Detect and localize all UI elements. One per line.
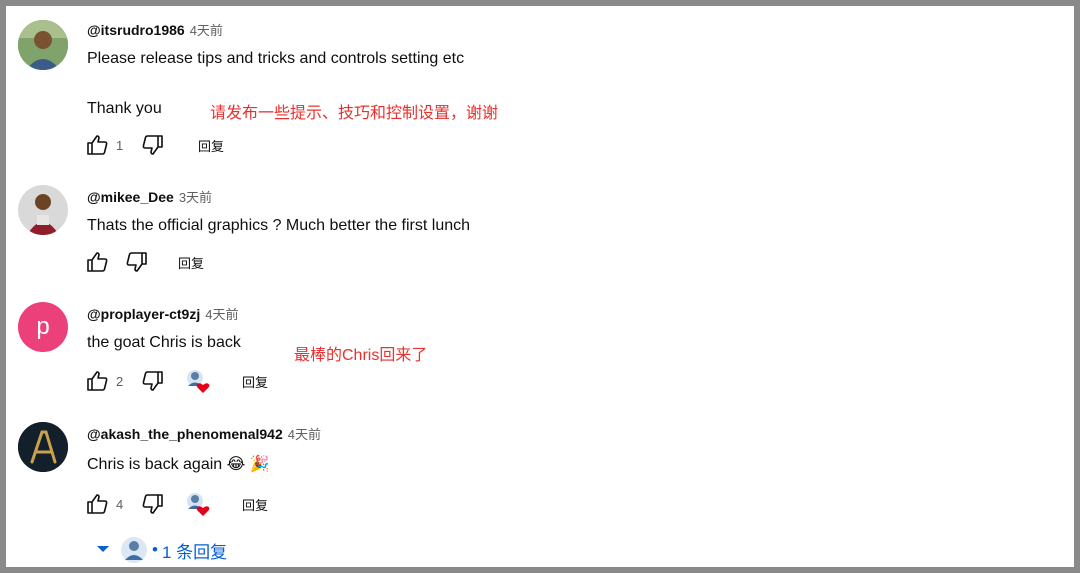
- comment-timestamp[interactable]: 4天前: [288, 427, 321, 442]
- chevron-down-icon: [96, 541, 112, 559]
- comment-actions: 1 回复: [84, 132, 224, 158]
- comment-header: @mikee_Dee 3天前: [87, 187, 212, 207]
- reply-button[interactable]: 回复: [198, 136, 224, 155]
- like-count: 4: [116, 496, 124, 512]
- avatar-letter: p: [36, 313, 50, 340]
- like-count: 1: [116, 137, 124, 153]
- like-count: 2: [116, 373, 124, 389]
- reply-button[interactable]: 回复: [178, 253, 204, 272]
- creator-heart-icon: [184, 368, 210, 394]
- comment-text: Chris is back again 😂 🎉: [87, 456, 270, 473]
- avatar[interactable]: [18, 185, 68, 235]
- avatar-photo: [18, 20, 68, 70]
- replies-count-label[interactable]: 1 条回复: [162, 538, 227, 563]
- thumbs-down-icon[interactable]: [140, 491, 166, 517]
- thumbs-up-icon[interactable]: [84, 132, 110, 158]
- comment-header: @proplayer-ct9zj 4天前: [87, 304, 238, 324]
- comment-header: @akash_the_phenomenal942 4天前: [87, 424, 321, 444]
- thumbs-down-icon[interactable]: [140, 132, 166, 158]
- comment-author[interactable]: @proplayer-ct9zj: [87, 306, 200, 322]
- comment-text: Please release tips and tricks and contr…: [87, 50, 465, 67]
- comment-text-line2: Thank you: [87, 100, 162, 117]
- comment-author[interactable]: @itsrudro1986: [87, 22, 185, 38]
- thumbs-up-icon[interactable]: [84, 368, 110, 394]
- comments-panel: @itsrudro1986 4天前 Please release tips and…: [0, 0, 1080, 573]
- creator-heart-icon: [184, 491, 210, 517]
- comment-text: the goat Chris is back: [87, 334, 241, 351]
- avatar[interactable]: p: [18, 302, 68, 352]
- reply-button[interactable]: 回复: [242, 372, 268, 391]
- comment-header: @itsrudro1986 4天前: [87, 20, 223, 40]
- avatar[interactable]: [18, 422, 68, 472]
- reply-avatar: [120, 536, 148, 564]
- avatar-photo: [18, 185, 68, 235]
- comment-actions: 4 回复: [84, 491, 268, 517]
- translation-annotation: 请发布一些提示、技巧和控制设置，谢谢: [210, 105, 499, 122]
- comment-timestamp[interactable]: 4天前: [205, 307, 238, 322]
- view-replies-button[interactable]: • 1 条回复: [96, 536, 227, 564]
- avatar-photo: [18, 422, 68, 472]
- comment-timestamp[interactable]: 3天前: [179, 190, 212, 205]
- thumbs-down-icon[interactable]: [140, 368, 166, 394]
- thumbs-up-icon[interactable]: [84, 491, 110, 517]
- comment-text: Thats the official graphics ? Much bette…: [87, 217, 471, 234]
- comment-author[interactable]: @akash_the_phenomenal942: [87, 426, 283, 442]
- avatar[interactable]: [18, 20, 68, 70]
- replies-separator: •: [152, 540, 158, 559]
- reply-button[interactable]: 回复: [242, 495, 268, 514]
- translation-annotation: 最棒的Chris回来了: [294, 347, 428, 364]
- comment-author[interactable]: @mikee_Dee: [87, 189, 174, 205]
- thumbs-up-icon[interactable]: [84, 249, 110, 275]
- thumbs-down-icon[interactable]: [124, 249, 150, 275]
- comment-timestamp[interactable]: 4天前: [190, 23, 223, 38]
- comment-actions: 回复: [84, 249, 204, 275]
- comment-actions: 2 回复: [84, 368, 268, 394]
